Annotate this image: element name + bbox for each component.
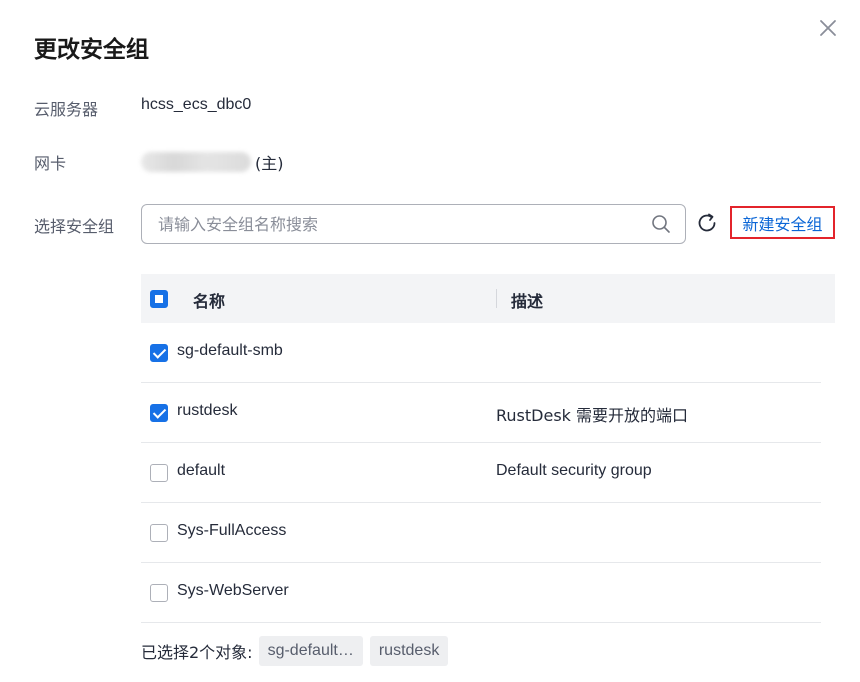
selected-tag[interactable]: rustdesk — [369, 636, 449, 666]
security-group-table: 名称 描述 sg-default-smb rustdesk RustDesk 需… — [141, 274, 835, 623]
refresh-icon[interactable] — [696, 212, 718, 234]
table-header: 名称 描述 — [141, 274, 835, 323]
row-name: rustdesk — [177, 402, 238, 419]
dialog-title: 更改安全组 — [34, 37, 149, 63]
select-all-checkbox[interactable] — [150, 290, 168, 308]
search-input[interactable] — [158, 205, 638, 243]
row-checkbox[interactable] — [150, 404, 168, 422]
column-header-name: 名称 — [193, 292, 226, 311]
row-checkbox[interactable] — [150, 344, 168, 362]
table-row[interactable]: default Default security group — [141, 443, 821, 503]
search-box — [141, 204, 686, 244]
nic-primary-suffix: (主) — [255, 154, 284, 173]
row-name: Sys-FullAccess — [177, 522, 287, 539]
table-row[interactable]: rustdesk RustDesk 需要开放的端口 — [141, 383, 821, 443]
row-checkbox[interactable] — [150, 464, 168, 482]
server-label: 云服务器 — [34, 100, 99, 119]
table-row[interactable]: Sys-WebServer — [141, 563, 821, 623]
create-security-group-button[interactable]: 新建安全组 — [730, 206, 835, 239]
table-row[interactable]: sg-default-smb — [141, 323, 821, 383]
close-icon[interactable] — [816, 16, 840, 40]
selected-tag[interactable]: sg-default… — [258, 636, 363, 666]
selected-count-label: 已选择2个对象: — [141, 643, 253, 662]
column-header-description: 描述 — [511, 292, 544, 311]
column-divider — [496, 289, 497, 308]
row-name: default — [177, 462, 226, 479]
row-checkbox[interactable] — [150, 524, 168, 542]
select-security-group-label: 选择安全组 — [34, 217, 115, 236]
row-name: sg-default-smb — [177, 342, 283, 359]
row-name: Sys-WebServer — [177, 582, 289, 599]
row-description: Default security group — [496, 462, 652, 479]
table-row[interactable]: Sys-FullAccess — [141, 503, 821, 563]
search-icon[interactable] — [651, 214, 671, 234]
redacted-ip — [141, 152, 251, 172]
row-description: RustDesk 需要开放的端口 — [496, 406, 689, 425]
row-checkbox[interactable] — [150, 584, 168, 602]
change-security-group-dialog: 更改安全组 云服务器 hcss_ecs_dbc0 网卡 (主) 选择安全组 新建… — [0, 0, 860, 682]
nic-label: 网卡 — [34, 154, 67, 173]
server-value: hcss_ecs_dbc0 — [141, 96, 252, 113]
nic-value: (主) — [141, 150, 284, 174]
selected-items-bar: 已选择2个对象: sg-default… rustdesk — [141, 636, 455, 666]
